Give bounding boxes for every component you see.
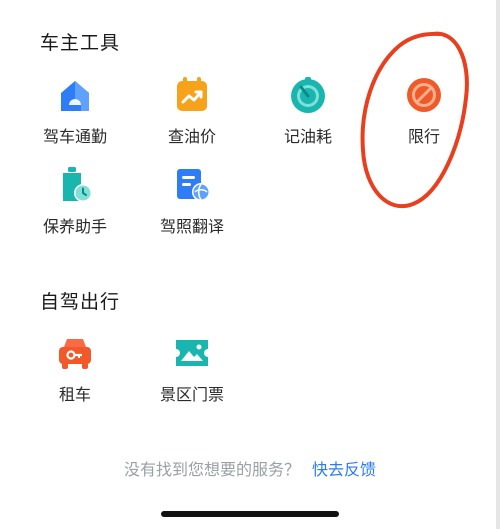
- tool-label: 驾车通勤: [42, 127, 107, 146]
- tool-label: 查油价: [167, 127, 216, 146]
- section-title-self-drive: 自驾出行: [40, 291, 121, 313]
- license-translate-icon: [172, 165, 212, 205]
- maintenance-clock-icon: [55, 165, 95, 205]
- tool-scenic-tickets[interactable]: 景区门票: [137, 333, 247, 405]
- fuel-gauge-icon: [288, 75, 328, 115]
- tool-car-rental[interactable]: 租车: [20, 333, 130, 405]
- home-indicator: [161, 511, 339, 517]
- tool-traffic-restriction[interactable]: 限行: [369, 75, 479, 147]
- commute-house-icon: [55, 75, 95, 115]
- tool-label: 驾照翻译: [159, 217, 224, 236]
- tool-label: 景区门票: [159, 385, 224, 404]
- oil-price-chart-icon: [172, 75, 212, 115]
- no-entry-icon: [404, 75, 444, 115]
- tool-maintenance[interactable]: 保养助手: [20, 165, 130, 237]
- feedback-row: 没有找到您想要的服务？ 快去反馈: [0, 456, 500, 480]
- scenic-ticket-icon: [172, 333, 212, 373]
- tool-label: 记油耗: [283, 127, 332, 146]
- tool-oil-price[interactable]: 查油价: [137, 75, 247, 147]
- tool-commute[interactable]: 驾车通勤: [20, 75, 130, 147]
- tool-label: 保养助手: [42, 217, 107, 236]
- tool-fuel-consumption[interactable]: 记油耗: [253, 75, 363, 147]
- tool-label: 租车: [58, 385, 91, 404]
- tool-license-translation[interactable]: 驾照翻译: [137, 165, 247, 237]
- right-edge-divider: [496, 0, 500, 529]
- feedback-prompt: 没有找到您想要的服务？: [123, 460, 300, 479]
- tool-label: 限行: [407, 127, 440, 146]
- car-rental-icon: [55, 333, 95, 373]
- feedback-link[interactable]: 快去反馈: [312, 460, 376, 479]
- section-title-car-tools: 车主工具: [40, 32, 121, 54]
